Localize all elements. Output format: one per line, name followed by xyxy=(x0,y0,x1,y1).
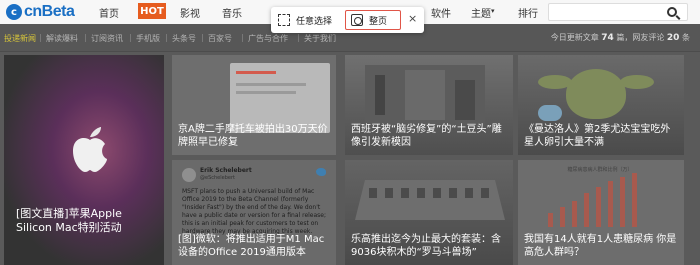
full-page-label: 整页 xyxy=(369,16,388,27)
chart-bar xyxy=(620,177,625,227)
tile-caption[interactable]: 京A牌二手摩托车被拍出30万天价 牌照早已修复 xyxy=(178,123,330,149)
divider xyxy=(166,34,167,42)
logo-text: cnBeta xyxy=(24,3,75,20)
nav-ranking[interactable]: 排行 xyxy=(518,5,538,20)
subnav-subscribe[interactable]: 订阅资讯 xyxy=(91,33,123,44)
subnav-tips[interactable]: 解读爆料 xyxy=(46,33,78,44)
chart-bar xyxy=(608,181,613,227)
chart-title: 糖尿病患病人群和比例（万） xyxy=(567,167,633,173)
twitter-bird-icon xyxy=(316,168,326,176)
subnav-submit-news[interactable]: 投递新闻 xyxy=(4,33,36,44)
logo-icon: c xyxy=(6,4,22,20)
chart-bar xyxy=(572,201,577,227)
tweet-body: MSFT plans to push a Universal build of … xyxy=(182,188,327,235)
full-page-button[interactable]: 整页 xyxy=(345,10,401,30)
subnav-ads[interactable]: 广告与合作 xyxy=(248,33,288,44)
subnav-about[interactable]: 关于我们 xyxy=(304,33,336,44)
nav-hot-badge[interactable]: HOT xyxy=(138,3,166,19)
search-icon[interactable] xyxy=(667,7,677,17)
apple-logo-icon xyxy=(73,127,107,172)
pacifier-image xyxy=(538,105,562,121)
news-tile-apple[interactable]: [图文直播]苹果Apple Silicon Mac特别活动 xyxy=(4,55,164,265)
comments-count: 20 xyxy=(666,33,680,43)
nav-software[interactable]: 软件 xyxy=(431,5,451,20)
tile-caption[interactable]: 我国有14人就有1人患糖尿病 你是高危人群吗？ xyxy=(524,233,678,259)
news-tile-potato-head-statue[interactable]: 西班牙被“脑劣修复”的“土豆头”雕像引发新模因 xyxy=(345,55,513,155)
divider xyxy=(85,34,86,42)
news-tile-motorbike-plate[interactable]: 京A牌二手摩托车被拍出30万天价 牌照早已修复 xyxy=(172,55,336,155)
close-icon[interactable]: × xyxy=(408,12,417,25)
stats-suffix: 条 xyxy=(682,33,690,42)
baby-yoda-image xyxy=(566,69,626,119)
divider xyxy=(298,34,299,42)
tile-caption[interactable]: 乐高推出迄今为止最大的套装：含9036块积木的“罗马斗兽场” xyxy=(351,233,507,259)
colosseum-image xyxy=(355,180,505,220)
chart-bar xyxy=(596,187,601,227)
full-page-icon xyxy=(351,14,363,26)
screenshot-mode-popup: 任意选择 整页 × xyxy=(271,7,424,33)
tile-caption[interactable]: [图]微软：将推出适用于M1 Mac设备的Office 2019通用版本 xyxy=(178,233,330,259)
divider xyxy=(202,34,203,42)
news-tile-office-mac[interactable]: Erik Schelebert @eSchelebert MSFT plans … xyxy=(172,160,336,265)
price-line xyxy=(236,71,276,74)
yoda-ear xyxy=(620,75,654,89)
nav-movies[interactable]: 影视 xyxy=(180,5,200,20)
chart-bar xyxy=(560,207,565,227)
stats-mid: 篇，网友评论 xyxy=(616,33,665,42)
tile-caption[interactable]: 西班牙被“脑劣修复”的“土豆头”雕像引发新模因 xyxy=(351,123,507,149)
news-tile-baby-yoda[interactable]: 《曼达洛人》第2季尤达宝宝吃外星人卵引大量不满 xyxy=(518,55,684,155)
site-logo[interactable]: c cnBeta xyxy=(6,3,75,21)
divider xyxy=(242,34,243,42)
text-line xyxy=(236,91,296,94)
avatar xyxy=(182,168,196,182)
tile-caption[interactable]: 《曼达洛人》第2季尤达宝宝吃外星人卵引大量不满 xyxy=(524,123,678,149)
articles-count: 74 xyxy=(601,33,614,43)
update-stats: 今日更新文章 74 篇，网友评论 20 条 xyxy=(551,32,690,43)
subnav-baijiahao[interactable]: 百家号 xyxy=(208,33,232,44)
chart-bar xyxy=(584,193,589,227)
search-box[interactable] xyxy=(548,3,688,21)
chart-bar xyxy=(548,213,553,227)
news-tile-lego-colosseum[interactable]: 乐高推出迄今为止最大的套装：含9036块积木的“罗马斗兽场” xyxy=(345,160,513,265)
tweet-handle: @eSchelebert xyxy=(200,175,235,181)
nav-topics[interactable]: 主题 xyxy=(471,5,491,20)
nav-home[interactable]: 首页 xyxy=(99,5,119,20)
tile-caption[interactable]: [图文直播]苹果Apple Silicon Mac特别活动 xyxy=(16,207,158,235)
news-tile-diabetes[interactable]: 糖尿病患病人群和比例（万） 我国有14人就有1人患糖尿病 你是高危人群吗？ xyxy=(518,160,684,265)
stats-prefix: 今日更新文章 xyxy=(550,33,599,42)
tweet-author: Erik Schelebert xyxy=(200,167,252,174)
subnav-toutiao[interactable]: 头条号 xyxy=(172,33,196,44)
chevron-down-icon[interactable]: ▾ xyxy=(491,7,495,15)
building-facade-image xyxy=(365,65,485,125)
nav-music[interactable]: 音乐 xyxy=(222,5,242,20)
free-select-button[interactable]: 任意选择 xyxy=(278,10,332,30)
region-select-icon xyxy=(278,14,290,26)
text-line xyxy=(236,83,306,86)
subnav-mobile[interactable]: 手机版 xyxy=(136,33,160,44)
divider xyxy=(130,34,131,42)
chart-bar xyxy=(632,173,637,227)
divider xyxy=(40,34,41,42)
free-select-label: 任意选择 xyxy=(296,16,333,27)
